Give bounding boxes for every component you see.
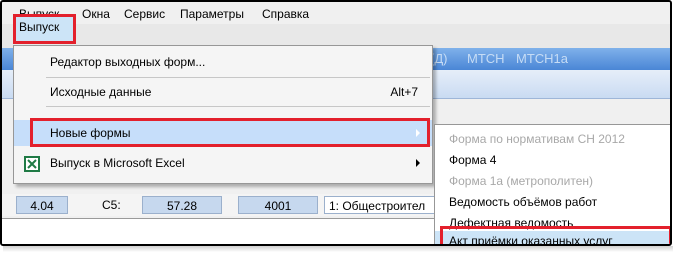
tab-mtsn[interactable]: МТСН [467, 51, 505, 66]
excel-icon [24, 155, 40, 172]
cell-value-4[interactable]: 1: Общестроител [324, 196, 438, 214]
cell-value-2[interactable]: 57.28 [142, 196, 222, 214]
cell-value-3[interactable]: 4001 [238, 196, 318, 214]
menu-item-source-data[interactable]: Исходные данные Alt+7 [14, 79, 432, 105]
submenu-item-form4[interactable]: Форма 4 [435, 150, 670, 171]
menu-separator [46, 77, 430, 78]
submenu-item-form1a-metro[interactable]: Форма 1а (метрополитен) [435, 171, 670, 192]
highlight-new-forms [30, 118, 430, 147]
menu-parametry[interactable]: Параметры [180, 6, 244, 22]
lower-field [2, 218, 438, 244]
menu-item-output-forms-editor[interactable]: Редактор выходных форм... [14, 49, 432, 75]
menu-bar: Выпуск Окна Сервис Параметры Справка [2, 2, 670, 24]
menu-item-export-excel[interactable]: Выпуск в Microsoft Excel [14, 150, 432, 176]
application-window: (Д) МТСН МТСН1а 4.04 C5: 57.28 4001 1: О… [0, 0, 672, 246]
submenu-item-volume-statement[interactable]: Ведомость объёмов работ [435, 192, 670, 213]
tab-mtsn1a[interactable]: МТСН1а [516, 51, 568, 66]
menu-vypusk-label[interactable]: Выпуск [19, 19, 59, 35]
shortcut-alt7: Alt+7 [390, 85, 418, 99]
menu-item-partially-hidden[interactable] [14, 108, 432, 116]
highlight-acceptance-act [440, 226, 670, 244]
cell-label: C5: [102, 198, 121, 212]
window-shadow [3, 246, 673, 252]
data-row: 4.04 C5: 57.28 4001 1: Общестроител [2, 194, 438, 216]
menu-separator [46, 106, 430, 107]
menu-servis[interactable]: Сервис [124, 6, 165, 22]
cell-value-1[interactable]: 4.04 [16, 196, 68, 214]
menu-spravka[interactable]: Справка [262, 6, 309, 22]
submenu-item-form-sn2012[interactable]: Форма по нормативам СН 2012 [435, 129, 670, 150]
submenu-arrow-icon [416, 159, 420, 167]
dropdown-menu: Редактор выходных форм... Исходные данны… [13, 45, 433, 184]
menu-okna[interactable]: Окна [82, 6, 110, 22]
